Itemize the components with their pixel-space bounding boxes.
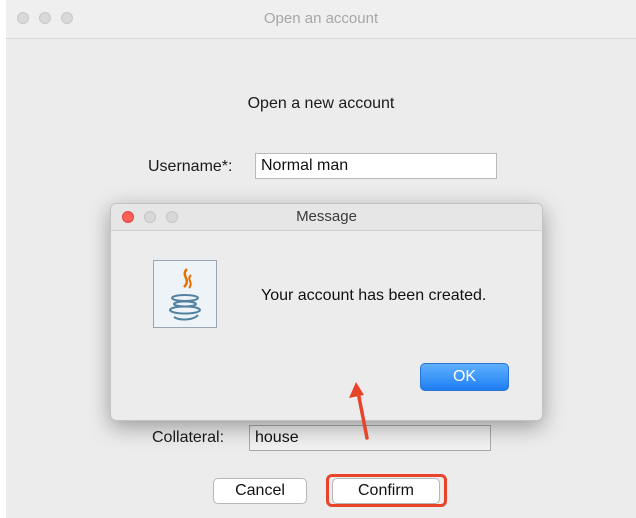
form-heading: Open a new account bbox=[247, 95, 395, 112]
dialog-message: Your account has been created. bbox=[261, 287, 487, 304]
username-field[interactable]: Normal man bbox=[255, 153, 497, 179]
message-dialog: Message Your account has been created. O… bbox=[110, 203, 543, 421]
red-arrow-annotation bbox=[349, 382, 369, 440]
ok-button[interactable]: OK bbox=[420, 363, 509, 391]
java-icon bbox=[153, 260, 217, 328]
window-title: Open an account bbox=[263, 10, 379, 27]
dialog-title: Message bbox=[296, 208, 357, 225]
username-label: Username*: bbox=[148, 158, 233, 175]
window-titlebar: Open an account bbox=[6, 0, 636, 39]
dialog-titlebar: Message bbox=[111, 204, 542, 231]
collateral-label: Collateral: bbox=[152, 429, 225, 446]
confirm-highlight-box bbox=[326, 474, 447, 507]
cancel-button[interactable]: Cancel bbox=[213, 478, 307, 504]
